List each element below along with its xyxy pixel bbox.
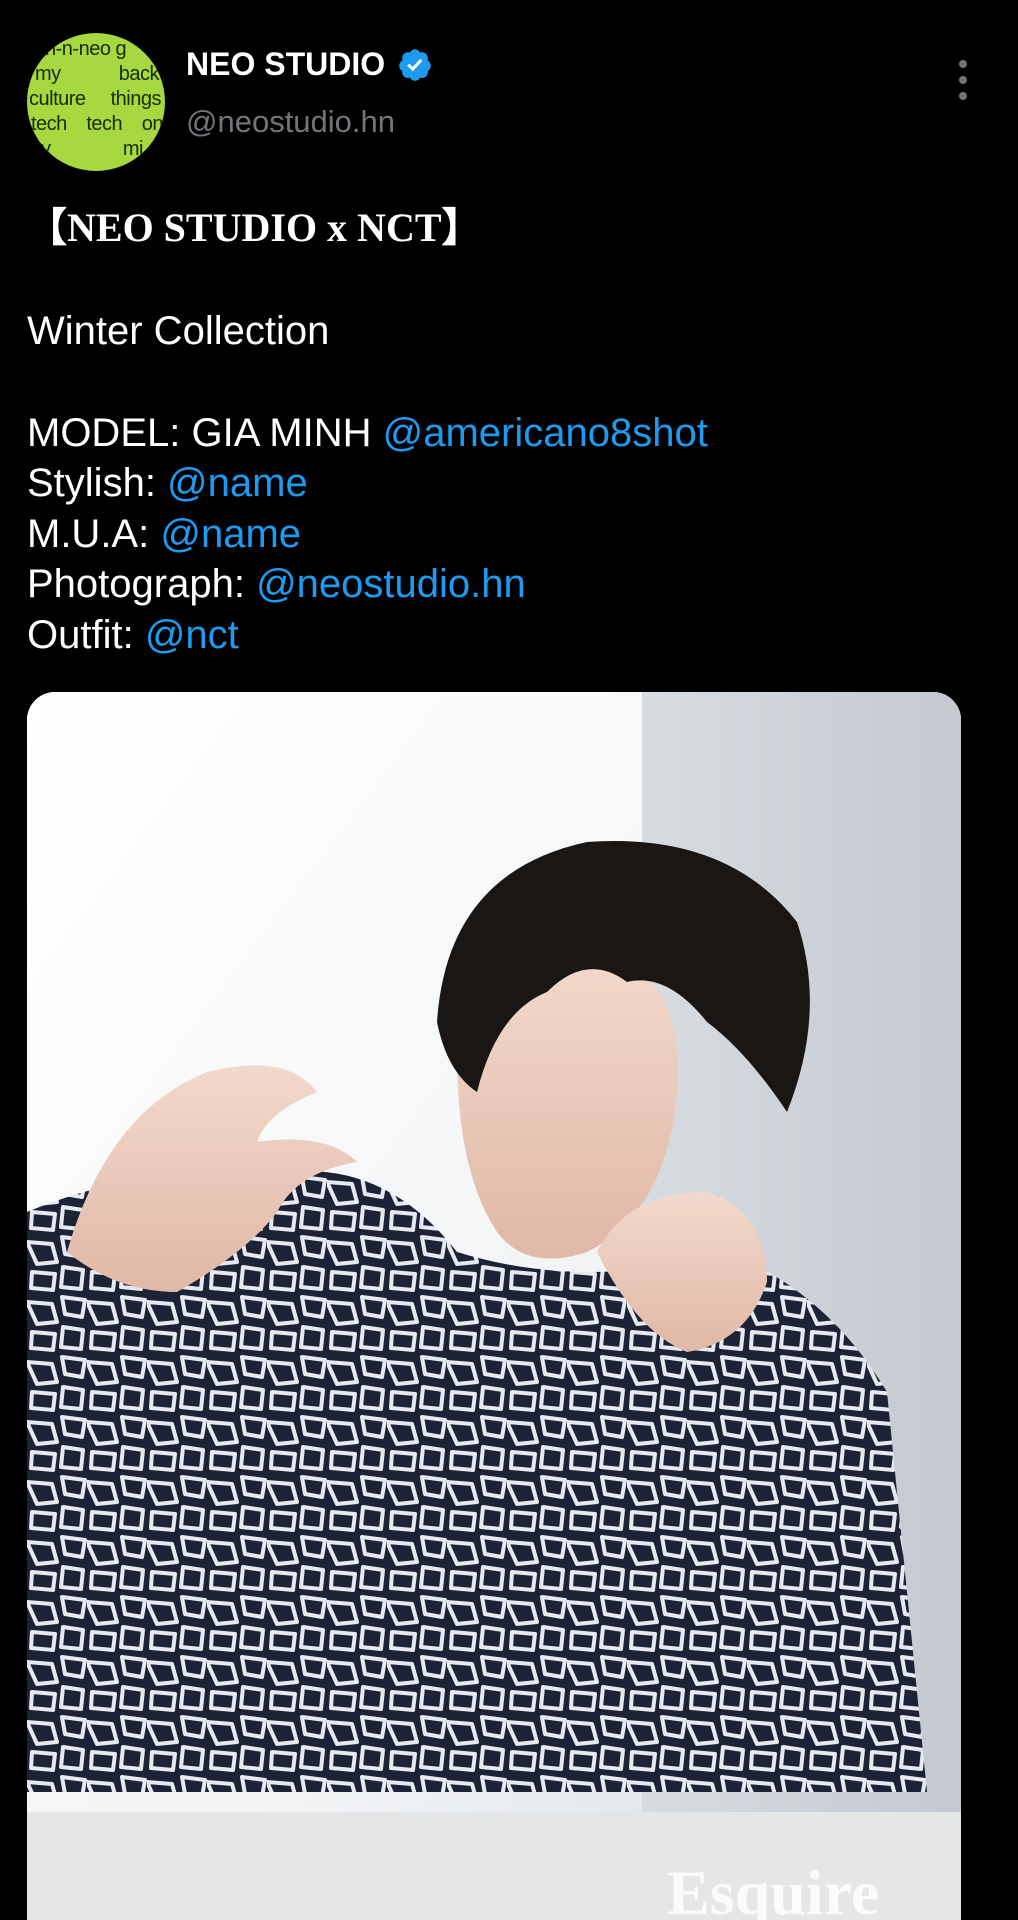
photo-watermark: Esquire (667, 1857, 879, 1920)
credit-label: Photograph: (27, 562, 257, 606)
credit-line-photograph: Photograph: @neostudio.hn (27, 559, 987, 610)
mention-link[interactable]: @name (167, 461, 308, 505)
tweet-header: n-n-neo g my back culture things tech te… (0, 0, 1018, 180)
avatar[interactable]: n-n-neo g my back culture things tech te… (27, 33, 165, 171)
name-row: NEO STUDIO (186, 46, 433, 83)
avatar-word: back (118, 63, 160, 85)
credit-label: MODEL: GIA MINH (27, 410, 383, 455)
avatar-word: culture (29, 88, 86, 110)
avatar-word: my (35, 63, 61, 85)
credit-label: Outfit: (27, 612, 145, 657)
tweet-subtitle: Winter Collection (27, 309, 330, 353)
mention-link[interactable]: @neostudio.hn (256, 562, 526, 606)
more-dot (959, 92, 967, 100)
avatar-word: on (141, 113, 164, 135)
verified-badge-icon (397, 47, 433, 83)
tweet-headline: 【NEO STUDIO x NCT】 (27, 205, 482, 250)
credit-line-stylish: Stylish: @name (27, 458, 987, 509)
avatar-logo-text: n-n-neo g my back culture things tech te… (27, 37, 165, 162)
more-options-icon[interactable] (950, 60, 976, 100)
tweet-photo[interactable]: Esquire (27, 692, 961, 1920)
tweet-text: 【NEO STUDIO x NCT】 Winter Collection MOD… (27, 200, 987, 660)
more-dot (959, 76, 967, 84)
credit-line-mua: M.U.A: @name (27, 509, 987, 560)
avatar-word: tech (86, 113, 123, 135)
account-handle[interactable]: @neostudio.hn (186, 104, 395, 140)
more-dot (959, 60, 967, 68)
mention-link[interactable]: @name (160, 512, 301, 556)
credit-line-model: MODEL: GIA MINH @americano8shot (27, 408, 987, 459)
credit-line-outfit: Outfit: @nct (27, 610, 987, 661)
display-name[interactable]: NEO STUDIO (186, 46, 385, 83)
credit-label: M.U.A: (27, 511, 161, 556)
avatar-word: y (41, 138, 51, 160)
avatar-word: n-n-neo g (45, 38, 127, 60)
avatar-word: mi (122, 138, 144, 160)
mention-link[interactable]: @americano8shot (383, 411, 708, 455)
avatar-word: tech (31, 113, 67, 135)
mention-link[interactable]: @nct (145, 613, 239, 657)
photo-image: Esquire (27, 692, 961, 1920)
credit-label: Stylish: (27, 461, 168, 505)
avatar-word: things (110, 88, 162, 110)
